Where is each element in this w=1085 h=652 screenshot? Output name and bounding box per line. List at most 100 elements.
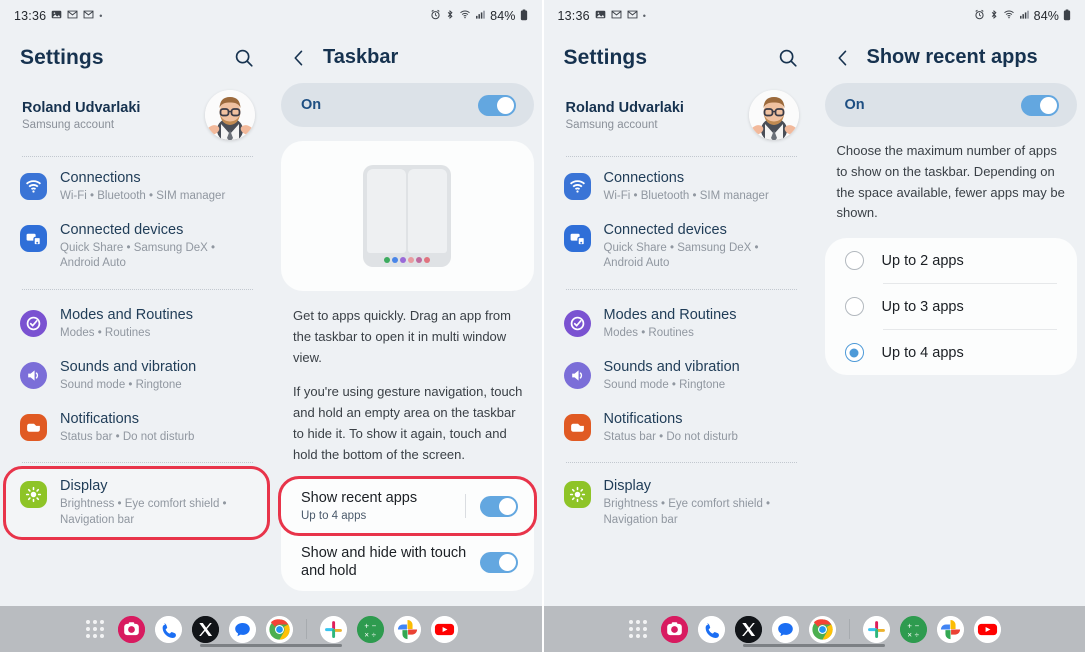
home-gesture-pill[interactable] xyxy=(199,643,342,647)
taskbar-options-card: Show recent apps Up to 4 apps Show and h… xyxy=(278,476,537,592)
all-apps-icon[interactable] xyxy=(627,618,649,640)
radio-option-up-to-4-apps[interactable]: Up to 4 apps xyxy=(825,330,1078,375)
messages-icon[interactable] xyxy=(772,615,800,643)
show-recent-apps-detail-pane: Show recent apps On Choose the maximum n… xyxy=(817,32,1085,606)
calculator-icon[interactable]: + − × ÷ xyxy=(900,615,928,643)
sidebar-item-modes-and-routines[interactable]: Modes and Routines Modes • Routines xyxy=(550,298,811,350)
sidebar-item-text: Display Brightness • Eye comfort shield … xyxy=(604,478,797,528)
divider xyxy=(22,288,253,290)
radio-button-selected[interactable] xyxy=(844,343,864,363)
account-row[interactable]: Roland Udvarlaki Samsung account xyxy=(544,80,817,154)
google-photos-icon[interactable] xyxy=(937,615,965,643)
svg-text:+: + xyxy=(364,621,369,630)
instagram-icon[interactable] xyxy=(117,615,145,643)
show-recent-apps-toggle[interactable] xyxy=(479,495,518,517)
radio-option-up-to-2-apps[interactable]: Up to 2 apps xyxy=(825,238,1078,283)
sidebar-item-sounds-and-vibration[interactable]: Sounds and vibration Sound mode • Ringto… xyxy=(550,350,811,402)
alarm-icon xyxy=(974,9,985,23)
youtube-icon[interactable] xyxy=(974,615,1002,643)
status-more-dot: • xyxy=(642,11,646,21)
settings-pane: Settings Roland Udvarlaki Samsung accoun… xyxy=(0,32,273,606)
sidebar-item-connected-devices[interactable]: Connected devices Quick Share • Samsung … xyxy=(550,213,811,281)
messages-icon[interactable] xyxy=(228,615,256,643)
x-twitter-icon[interactable] xyxy=(735,615,763,643)
split-panes: Settings Roland Udvarlaki Samsung accoun… xyxy=(0,32,542,606)
divider xyxy=(565,288,797,290)
devices-icon xyxy=(20,225,47,253)
phone-icon[interactable] xyxy=(154,615,182,643)
sidebar-item-sublabel: Brightness • Eye comfort shield • Naviga… xyxy=(603,498,771,526)
sidebar-item-sublabel: Wi-Fi • Bluetooth • SIM manager xyxy=(60,189,226,202)
slack-icon[interactable] xyxy=(319,615,347,643)
wifi-icon xyxy=(459,9,471,23)
option-show-recent-apps[interactable]: Show recent apps Up to 4 apps xyxy=(278,476,537,536)
account-row[interactable]: Roland Udvarlaki Samsung account xyxy=(0,80,273,154)
status-bar-right: 84% xyxy=(974,8,1071,24)
instagram-icon[interactable] xyxy=(661,615,689,643)
home-gesture-pill[interactable] xyxy=(743,643,886,647)
sidebar-item-sublabel: Modes • Routines xyxy=(60,326,151,339)
search-icon[interactable] xyxy=(777,47,799,69)
sidebar-item-connections[interactable]: Connections Wi-Fi • Bluetooth • SIM mana… xyxy=(6,161,267,213)
recent-apps-master-toggle[interactable] xyxy=(1021,94,1059,116)
sidebar-item-connected-devices[interactable]: Connected devices Quick Share • Samsung … xyxy=(6,213,267,281)
all-apps-icon[interactable] xyxy=(84,618,106,640)
sidebar-item-text: Connected devices Quick Share • Samsung … xyxy=(60,222,253,272)
screenshot-gap xyxy=(541,0,543,652)
taskbar-master-toggle-row[interactable]: On xyxy=(281,83,534,127)
sidebar-item-display[interactable]: Display Brightness • Eye comfort shield … xyxy=(3,466,270,541)
sidebar-item-connections[interactable]: Connections Wi-Fi • Bluetooth • SIM mana… xyxy=(550,161,811,213)
battery-icon xyxy=(520,8,528,24)
sidebar-item-display[interactable]: Display Brightness • Eye comfort shield … xyxy=(550,469,811,537)
sidebar-item-sublabel: Status bar • Do not disturb xyxy=(603,430,738,443)
sidebar-item-notifications[interactable]: Notifications Status bar • Do not distur… xyxy=(550,402,811,454)
radio-button[interactable] xyxy=(844,297,864,317)
mail-icon xyxy=(83,9,94,23)
sidebar-item-notifications[interactable]: Notifications Status bar • Do not distur… xyxy=(6,402,267,454)
description-paragraph: Choose the maximum number of apps to sho… xyxy=(836,143,1065,221)
settings-header: Settings xyxy=(544,32,817,80)
taskbar-master-toggle[interactable] xyxy=(477,94,516,116)
back-chevron-icon[interactable] xyxy=(289,48,309,68)
svg-text:×: × xyxy=(908,630,913,639)
chrome-icon[interactable] xyxy=(265,615,293,643)
account-name: Roland Udvarlaki xyxy=(565,99,684,116)
back-chevron-icon[interactable] xyxy=(833,48,853,68)
search-icon[interactable] xyxy=(233,47,255,69)
avatar[interactable] xyxy=(205,90,255,140)
preview-dot xyxy=(400,257,407,263)
google-photos-icon[interactable] xyxy=(393,615,421,643)
preview-pane-right xyxy=(408,169,448,253)
settings-header: Settings xyxy=(0,32,273,80)
calculator-icon[interactable]: + − × ÷ xyxy=(356,615,384,643)
gallery-icon xyxy=(595,9,606,23)
wifi-icon xyxy=(563,173,591,200)
sidebar-item-modes-and-routines[interactable]: Modes and Routines Modes • Routines xyxy=(6,298,267,350)
screenshot-pair: 13:36 • 84% Settings Roland Udvarlaki Sa… xyxy=(0,0,1085,652)
chrome-icon[interactable] xyxy=(809,615,837,643)
check-circle-icon xyxy=(563,309,591,337)
sidebar-item-sounds-and-vibration[interactable]: Sounds and vibration Sound mode • Ringto… xyxy=(6,350,267,402)
sidebar-item-text: Notifications Status bar • Do not distur… xyxy=(604,411,738,445)
recent-apps-description: Choose the maximum number of apps to sho… xyxy=(817,127,1085,224)
radio-label: Up to 4 apps xyxy=(881,344,964,361)
option-show-and-hide-with-touch-and-hold[interactable]: Show and hide with touch and hold xyxy=(281,534,534,591)
divider xyxy=(565,156,797,157)
status-bar: 13:36 • 84% xyxy=(0,0,542,32)
avatar[interactable] xyxy=(748,90,799,140)
max-apps-radio-group: Up to 2 apps Up to 3 apps Up to 4 apps xyxy=(824,238,1078,376)
recent-apps-master-toggle-row[interactable]: On xyxy=(824,83,1077,127)
sidebar-item-label: Notifications xyxy=(60,411,139,428)
speaker-icon xyxy=(563,362,591,390)
slack-icon[interactable] xyxy=(863,615,891,643)
sidebar-item-label: Connected devices xyxy=(60,222,184,239)
radio-option-up-to-3-apps[interactable]: Up to 3 apps xyxy=(825,284,1078,329)
x-twitter-icon[interactable] xyxy=(191,615,219,643)
svg-text:÷: ÷ xyxy=(371,630,376,639)
taskbar-dock: + − × ÷ xyxy=(543,606,1085,652)
show-and-hide-toggle[interactable] xyxy=(479,552,518,574)
phone-icon[interactable] xyxy=(698,615,726,643)
youtube-icon[interactable] xyxy=(430,615,458,643)
radio-button[interactable] xyxy=(844,251,864,271)
svg-text:−: − xyxy=(915,621,920,630)
